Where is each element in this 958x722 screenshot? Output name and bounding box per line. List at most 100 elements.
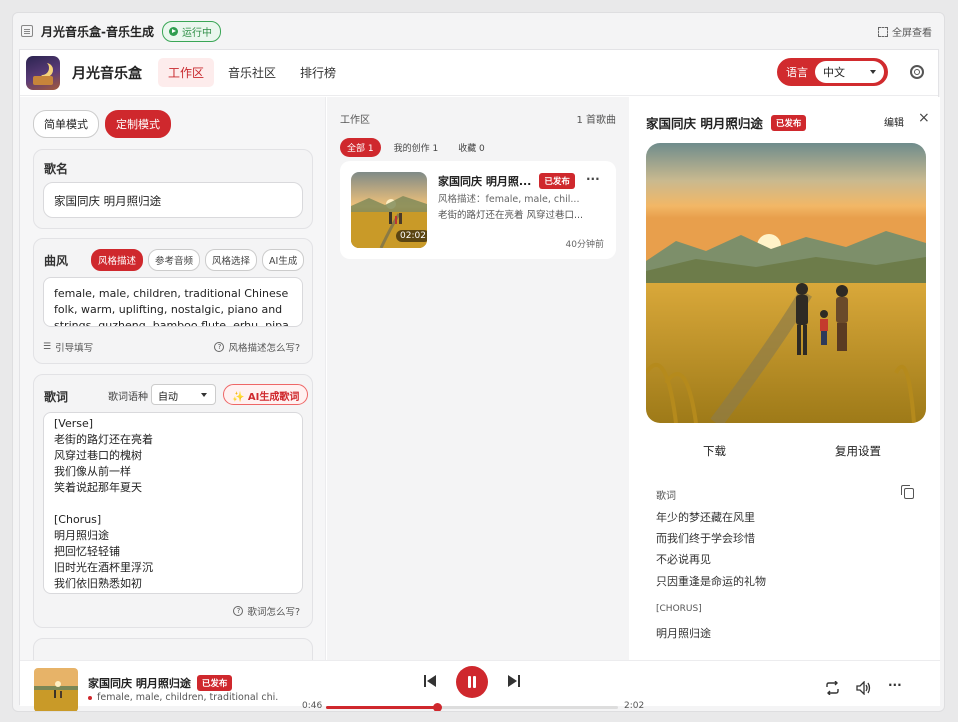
chorus-tag: [CHORUS] xyxy=(656,604,702,614)
language-selector[interactable]: 语言 中文 xyxy=(777,58,888,86)
app-window-icon xyxy=(21,25,33,37)
guide-fill-label: 引导填写 xyxy=(55,343,94,354)
creation-panel: 简单模式 定制模式 歌名 家国同庆 明月照归途 曲风 风格描述 参考音频 风格选… xyxy=(20,97,326,660)
style-card: 曲风 风格描述 参考音频 风格选择 AI生成 female, male, chi… xyxy=(33,238,313,364)
total-time: 2:02 xyxy=(624,701,645,711)
question-icon: ? xyxy=(233,606,244,616)
player-subtitle: female, male, children, traditional chi.… xyxy=(88,692,278,703)
current-time: 0:46 xyxy=(302,701,323,711)
song-card-lyrics: 老街的路灯还在亮着 风穿过巷口... xyxy=(438,210,584,221)
language-dropdown[interactable]: 中文 xyxy=(815,61,884,83)
lyrics-language-value: 自动 xyxy=(158,392,178,403)
window-title: 月光音乐盒-音乐生成 xyxy=(41,24,154,39)
detail-title: 家国同庆 明月照归途 xyxy=(646,116,763,131)
ai-generate-lyrics-button[interactable]: ✨ AI生成歌词 xyxy=(223,384,309,405)
language-label: 语言 xyxy=(786,66,808,79)
workspace-title: 工作区 xyxy=(340,115,370,126)
play-status-icon xyxy=(168,26,178,36)
next-section-card xyxy=(33,638,313,660)
download-button[interactable]: 下载 xyxy=(703,443,726,459)
progress-fill xyxy=(326,706,437,709)
lyrics-line: 不必说再见 xyxy=(656,553,711,566)
tab-style-description[interactable]: 风格描述 xyxy=(91,249,144,271)
style-help-link[interactable]: ? 风格描述怎么写? xyxy=(214,340,300,354)
lyrics-language-label: 歌词语种 xyxy=(108,392,148,403)
song-card-time: 40分钟前 xyxy=(565,240,604,250)
song-card-style: 风格描述：female, male, chil... xyxy=(438,194,580,205)
tab-community[interactable]: 音乐社区 xyxy=(218,58,286,87)
published-badge: 已发布 xyxy=(539,173,575,189)
brand-logo[interactable] xyxy=(26,55,60,90)
lyrics-language-select[interactable]: 自动 xyxy=(151,384,216,405)
lyrics-help-label: 歌词怎么写? xyxy=(247,607,300,618)
reuse-settings-button[interactable]: 复用设置 xyxy=(835,443,881,459)
tab-leaderboard[interactable]: 排行榜 xyxy=(290,58,346,87)
chevron-down-icon xyxy=(870,70,876,74)
song-count: 1 首歌曲 xyxy=(576,115,616,126)
tab-style-select[interactable]: 风格选择 xyxy=(205,249,258,271)
tab-ai-generate[interactable]: AI生成 xyxy=(262,249,305,271)
language-value: 中文 xyxy=(823,66,845,79)
filter-favorites[interactable]: 收藏 0 xyxy=(451,138,492,157)
lyrics-line: 只因重逢是命运的礼物 xyxy=(656,575,766,588)
filter-my-creations[interactable]: 我的创作 1 xyxy=(387,138,446,157)
running-status-label: 运行中 xyxy=(181,27,212,39)
song-detail-panel: 家国同庆 明月照归途 已发布 编辑 × 下载 复用设置 歌词 年少的梦还藏在风里… xyxy=(630,97,940,660)
style-description-textarea[interactable]: female, male, children, traditional Chin… xyxy=(43,277,303,327)
custom-mode-button[interactable]: 定制模式 xyxy=(105,110,171,138)
list-icon: ☰ xyxy=(43,342,52,352)
volume-icon[interactable] xyxy=(856,681,872,695)
repeat-icon[interactable] xyxy=(825,681,840,695)
question-icon: ? xyxy=(214,342,225,352)
style-help-label: 风格描述怎么写? xyxy=(228,343,300,354)
copy-icon[interactable] xyxy=(901,485,914,499)
brand-name: 月光音乐盒 xyxy=(72,65,142,82)
player-bar: 家国同庆 明月照归途 已发布 female, male, children, t… xyxy=(20,660,940,711)
progress-handle[interactable] xyxy=(432,703,442,711)
guide-fill-link[interactable]: ☰ 引导填写 xyxy=(43,340,93,354)
more-options-icon[interactable]: ··· xyxy=(586,172,600,186)
song-name-input[interactable]: 家国同庆 明月照归途 xyxy=(43,182,303,218)
player-cover-image xyxy=(34,668,78,711)
song-card-title: 家国同庆 明月照... xyxy=(438,175,532,188)
close-icon[interactable]: × xyxy=(918,110,930,126)
lyrics-section-label: 歌词 xyxy=(656,491,676,502)
more-options-icon[interactable]: ··· xyxy=(888,678,902,692)
player-song-title: 家国同庆 明月照归途 xyxy=(88,677,191,690)
fullscreen-label: 全屏查看 xyxy=(892,28,932,39)
progress-bar[interactable] xyxy=(326,703,618,711)
title-bar: 月光音乐盒-音乐生成 运行中 全屏查看 xyxy=(13,13,944,49)
gear-icon[interactable] xyxy=(910,65,924,79)
simple-mode-button[interactable]: 简单模式 xyxy=(33,110,99,138)
next-track-icon[interactable] xyxy=(508,675,520,687)
style-label: 曲风 xyxy=(44,254,69,268)
fullscreen-icon xyxy=(878,26,888,37)
tab-reference-audio[interactable]: 参考音频 xyxy=(148,249,201,271)
pause-button[interactable] xyxy=(456,666,488,698)
app-window: 月光音乐盒-音乐生成 运行中 全屏查看 月光音乐盒 工作区 音乐社区 排行榜 语… xyxy=(12,12,945,712)
published-badge: 已发布 xyxy=(196,675,233,691)
running-status-badge: 运行中 xyxy=(161,20,221,42)
fullscreen-button[interactable]: 全屏查看 xyxy=(878,24,932,39)
lyrics-card: 歌词 歌词语种 自动 ✨ AI生成歌词 [Verse] 老街的路灯还在亮着 风穿… xyxy=(33,374,313,628)
top-navigation: 月光音乐盒 工作区 音乐社区 排行榜 语言 中文 xyxy=(20,50,938,96)
song-duration: 02:02 xyxy=(396,230,427,242)
lyrics-line: 明月照归途 xyxy=(656,627,711,640)
filter-all[interactable]: 全部 1 xyxy=(340,138,381,157)
song-name-label: 歌名 xyxy=(44,162,69,176)
tab-workspace[interactable]: 工作区 xyxy=(158,58,215,87)
song-card[interactable]: 02:02 家国同庆 明月照... 已发布 ··· 风格描述：female, m… xyxy=(340,161,616,259)
workspace-panel: 工作区 1 首歌曲 全部 1 我的创作 1 收藏 0 02:02 家国同庆 明月… xyxy=(327,97,629,660)
lyrics-label: 歌词 xyxy=(44,390,69,404)
song-name-card: 歌名 家国同庆 明月照归途 xyxy=(33,149,313,229)
app-content: 月光音乐盒 工作区 音乐社区 排行榜 语言 中文 简单模式 定制模式 歌名 家国… xyxy=(19,49,940,711)
edit-button[interactable]: 编辑 xyxy=(884,114,904,129)
lyrics-line: 而我们终于学会珍惜 xyxy=(656,532,755,545)
lyrics-help-link[interactable]: ? 歌词怎么写? xyxy=(233,604,300,618)
status-dot-icon xyxy=(88,695,92,700)
published-badge: 已发布 xyxy=(770,114,807,131)
player-subtitle-text: female, male, children, traditional chi.… xyxy=(97,692,278,703)
previous-track-icon[interactable] xyxy=(424,675,436,687)
lyrics-textarea[interactable]: [Verse] 老街的路灯还在亮着 风穿过巷口的槐树 我们像从前一样 笑着说起那… xyxy=(43,412,303,594)
chevron-down-icon xyxy=(201,393,207,397)
